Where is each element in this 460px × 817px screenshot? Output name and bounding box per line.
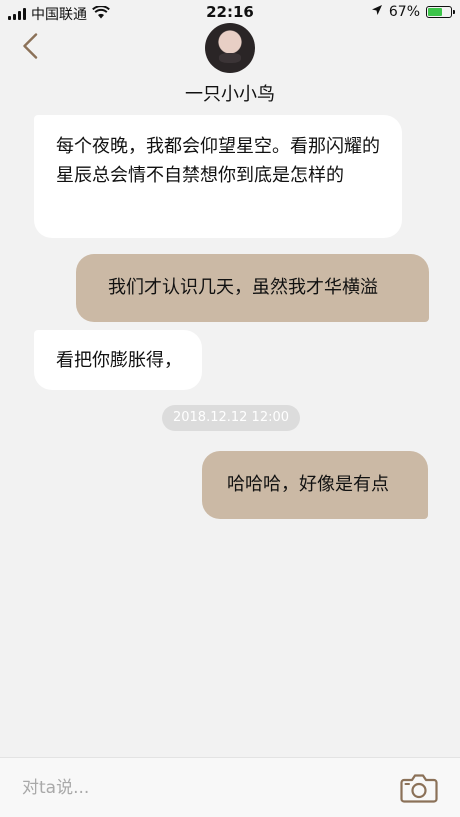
contact-name: 一只小小鸟 <box>185 84 275 105</box>
chevron-left-icon <box>23 33 38 59</box>
message-timestamp: 2018.12.12 12:00 <box>162 405 300 431</box>
location-arrow-icon <box>371 4 383 20</box>
battery-icon <box>426 6 455 18</box>
message-bubble-outgoing[interactable]: 哈哈哈，好像是有点 <box>202 451 428 519</box>
avatar[interactable] <box>205 23 255 73</box>
message-bubble-incoming[interactable]: 看把你膨胀得， <box>34 330 202 390</box>
status-right: 67% <box>371 4 455 20</box>
camera-button[interactable] <box>400 772 438 804</box>
message-composer <box>0 757 460 817</box>
message-bubble-incoming[interactable]: 每个夜晚，我都会仰望星空。看那闪耀的星辰总会情不自禁想你到底是怎样的 <box>34 115 402 238</box>
camera-icon <box>400 774 438 803</box>
message-bubble-outgoing[interactable]: 我们才认识几天，虽然我才华横溢 <box>76 254 429 322</box>
back-button[interactable] <box>12 28 48 64</box>
message-input[interactable] <box>20 768 384 808</box>
battery-fill <box>428 8 443 16</box>
battery-percent: 67% <box>388 4 420 20</box>
